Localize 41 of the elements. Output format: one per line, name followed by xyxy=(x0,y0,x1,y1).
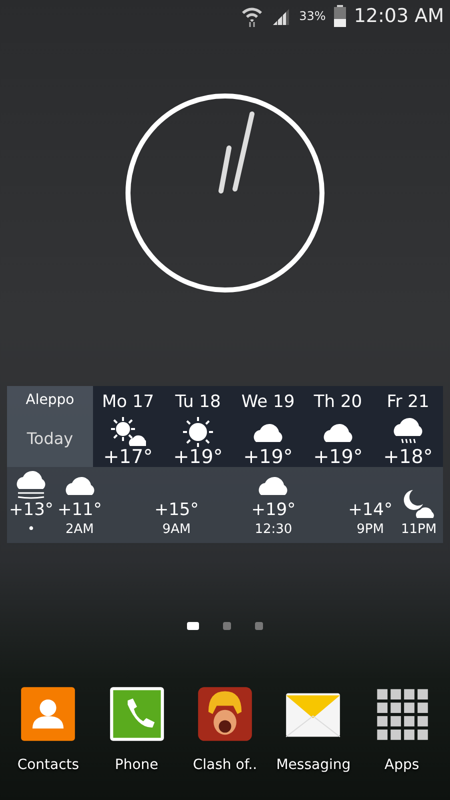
day-temperature: +19° xyxy=(243,448,293,467)
hour-temperature: +11° xyxy=(57,500,102,520)
city-name: Aleppo xyxy=(26,391,74,410)
page-indicator[interactable] xyxy=(223,622,231,630)
today-label: Today xyxy=(26,428,74,450)
day-name: Mo 17 xyxy=(102,391,154,414)
hour-time: 9PM xyxy=(356,520,384,538)
day-temperature: +19° xyxy=(313,448,363,467)
battery-percent: 33% xyxy=(299,8,326,25)
hour-time: 12:30 xyxy=(254,520,292,538)
hour-time: 2AM xyxy=(65,520,94,538)
day-name: Th 20 xyxy=(314,391,362,414)
hour-time: 11PM xyxy=(400,520,437,538)
sun-icon xyxy=(180,416,216,448)
hour-temperature: +13° xyxy=(9,500,54,520)
hour-temperature: +15° xyxy=(154,500,199,520)
day-temperature: +17° xyxy=(103,448,153,467)
day-name: Tu 18 xyxy=(175,391,221,414)
app-label[interactable]: Apps xyxy=(384,755,420,776)
phone-icon[interactable] xyxy=(108,685,166,743)
app-label[interactable]: Clash of.. xyxy=(192,755,258,776)
status-time: 12:03 AM xyxy=(354,4,444,29)
hour-time: • xyxy=(27,520,36,538)
day-temperature: +18° xyxy=(383,448,433,467)
day-name: Fr 21 xyxy=(386,391,430,414)
hour-time: 9AM xyxy=(162,520,191,538)
app-label[interactable]: Contacts xyxy=(17,755,80,776)
contacts-icon[interactable] xyxy=(19,685,78,743)
game-icon[interactable] xyxy=(196,685,254,743)
hour-temperature: +14° xyxy=(348,500,393,520)
page-indicator[interactable] xyxy=(187,622,199,630)
wifi-icon xyxy=(241,5,264,27)
app-label[interactable]: Phone xyxy=(114,755,158,776)
hour-temperature: +19° xyxy=(251,500,296,520)
sun-cloud-icon xyxy=(110,416,146,448)
day-temperature: +19° xyxy=(173,448,223,467)
signal-icon xyxy=(271,7,292,25)
app-label[interactable]: Messaging xyxy=(276,755,351,776)
battery-icon xyxy=(334,5,346,27)
page-indicator[interactable] xyxy=(255,622,263,630)
day-name: We 19 xyxy=(241,391,295,414)
